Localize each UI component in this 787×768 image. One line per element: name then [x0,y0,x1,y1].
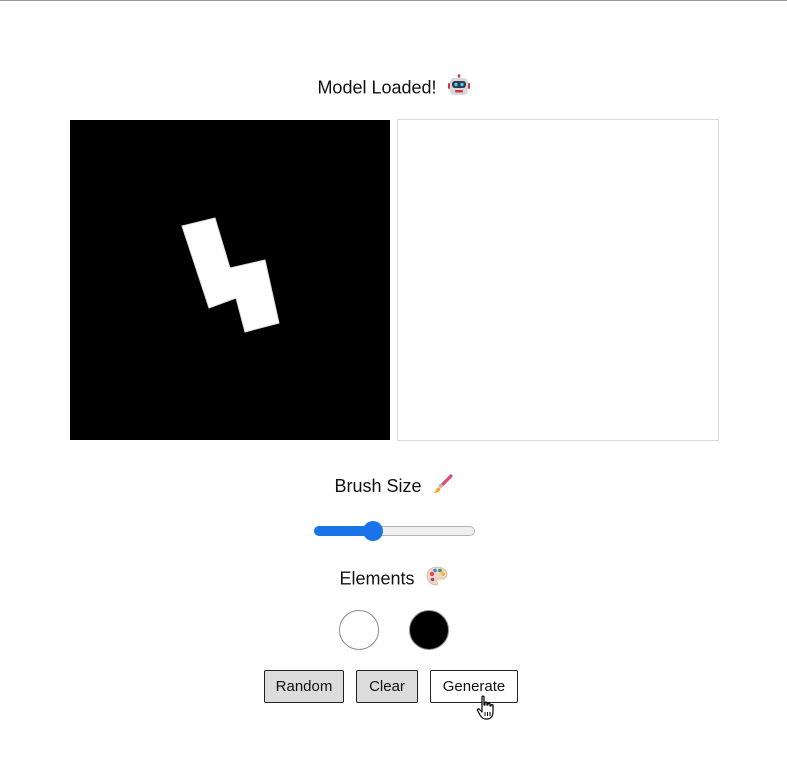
paintbrush-icon [433,474,453,501]
generated-output-canvas [397,119,719,441]
model-status-text: Model Loaded! [317,77,437,98]
elements-text: Elements [339,568,415,589]
random-button[interactable]: Random [264,670,344,703]
generate-button[interactable]: Generate [430,670,518,703]
white-swatch-button[interactable] [339,610,379,650]
brush-size-text: Brush Size [334,476,422,496]
model-status: Model Loaded! [0,74,787,103]
drawn-stroke [181,217,280,333]
top-divider [0,0,787,1]
elements-label: Elements [0,565,787,594]
palette-icon [426,565,448,594]
brush-size-slider[interactable] [313,521,475,541]
robot-icon [447,74,470,103]
black-swatch-button[interactable] [409,610,449,650]
clear-button[interactable]: Clear [356,670,418,703]
drawing-canvas[interactable] [70,120,390,440]
slider-thumb[interactable] [362,521,383,541]
brush-size-label: Brush Size [0,473,787,501]
